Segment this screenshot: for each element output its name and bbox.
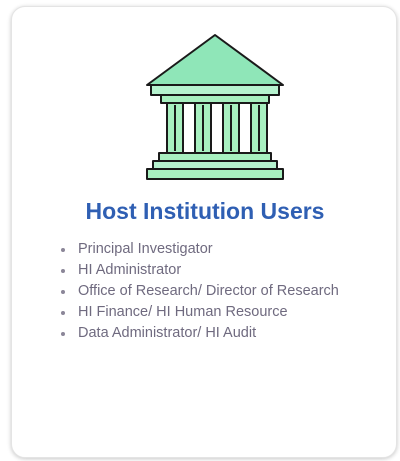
list-item: HI Finance/ HI Human Resource xyxy=(61,302,370,323)
list-item: Principal Investigator xyxy=(61,239,370,260)
list-item: Office of Research/ Director of Research xyxy=(61,281,370,302)
host-institution-card[interactable]: Host Institution Users Principal Investi… xyxy=(11,6,397,458)
list-item: HI Administrator xyxy=(61,260,370,281)
list-item: Data Administrator/ HI Audit xyxy=(61,323,370,344)
institution-building-icon xyxy=(143,33,287,183)
card-title: Host Institution Users xyxy=(85,198,325,224)
role-list: Principal Investigator HI Administrator … xyxy=(50,239,370,344)
